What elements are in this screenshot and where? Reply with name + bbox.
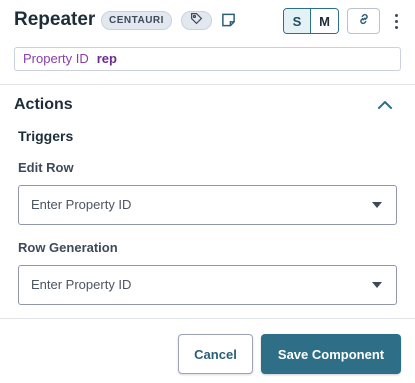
note-icon[interactable] xyxy=(220,11,236,29)
chevron-down-icon xyxy=(372,282,382,288)
link-icon xyxy=(357,12,371,31)
property-id-value: rep xyxy=(96,51,117,66)
component-title: Repeater xyxy=(14,9,96,30)
link-button[interactable] xyxy=(347,8,380,34)
row-generation-placeholder: Enter Property ID xyxy=(31,277,132,292)
chevron-down-icon xyxy=(372,202,382,208)
row-generation-select[interactable]: Enter Property ID xyxy=(18,265,397,305)
edit-row-select[interactable]: Enter Property ID xyxy=(18,185,397,225)
component-header: Repeater CENTAURI S M xyxy=(0,0,415,44)
size-toggle: S M xyxy=(283,8,339,34)
edit-row-label: Edit Row xyxy=(18,160,74,175)
row-generation-label: Row Generation xyxy=(18,240,118,255)
tag-icon xyxy=(190,12,203,30)
edit-row-placeholder: Enter Property ID xyxy=(31,197,132,212)
chevron-up-icon[interactable] xyxy=(376,98,394,112)
property-id-field[interactable]: Property ID rep xyxy=(14,47,401,71)
save-component-button[interactable]: Save Component xyxy=(261,334,401,374)
centauri-badge: CENTAURI xyxy=(101,11,172,30)
tag-button[interactable] xyxy=(181,11,212,30)
size-m-button[interactable]: M xyxy=(311,9,338,33)
actions-section-title: Actions xyxy=(14,96,73,113)
triggers-title: Triggers xyxy=(18,128,74,144)
footer-divider xyxy=(0,318,415,319)
size-s-button[interactable]: S xyxy=(284,9,311,33)
cancel-button[interactable]: Cancel xyxy=(178,334,253,374)
kebab-menu-icon[interactable] xyxy=(389,10,403,32)
divider xyxy=(0,84,415,85)
property-id-label: Property ID xyxy=(23,51,89,66)
